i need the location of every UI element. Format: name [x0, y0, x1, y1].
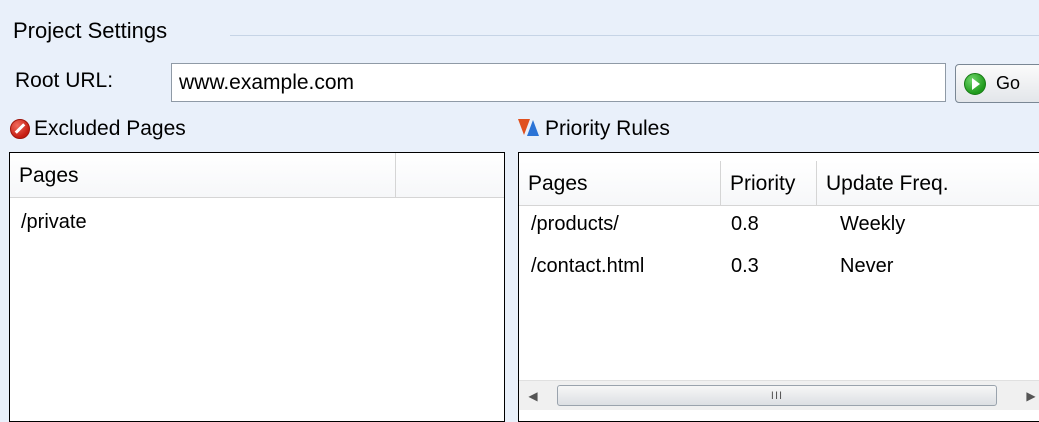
list-item[interactable]: /private	[21, 211, 87, 234]
column-header-priority[interactable]: Priority	[721, 161, 817, 206]
priority-rules-list[interactable]: Pages Priority Update Freq. /products/ 0…	[518, 152, 1039, 422]
root-url-input[interactable]	[171, 63, 946, 102]
table-cell-page[interactable]: /products/	[531, 213, 619, 236]
scrollbar-thumb[interactable]: III	[557, 385, 997, 406]
scrollbar-grip-icon: III	[770, 389, 784, 402]
go-button[interactable]: Go	[955, 64, 1039, 103]
priority-arrows-icon	[518, 117, 540, 141]
table-cell-update-freq[interactable]: Never	[840, 255, 893, 278]
table-cell-page[interactable]: /contact.html	[531, 255, 644, 278]
no-entry-icon	[10, 119, 30, 139]
table-cell-priority[interactable]: 0.8	[731, 213, 759, 236]
table-cell-update-freq[interactable]: Weekly	[840, 213, 905, 236]
priority-rules-title: Priority Rules	[545, 117, 670, 140]
scroll-right-arrow-icon[interactable]: ▶	[1017, 381, 1039, 410]
excluded-pages-header: Excluded Pages	[10, 117, 186, 141]
horizontal-scrollbar[interactable]: ◀ III ▶	[519, 380, 1039, 410]
priority-rules-header: Priority Rules	[518, 117, 670, 141]
go-button-label: Go	[996, 73, 1021, 93]
excluded-pages-title: Excluded Pages	[34, 117, 186, 140]
section-title: Project Settings	[13, 18, 168, 43]
section-divider	[230, 35, 1039, 36]
excluded-pages-list[interactable]: Pages /private	[9, 152, 505, 422]
play-icon	[964, 72, 986, 95]
column-header-filler	[396, 153, 504, 198]
column-header-pages[interactable]: Pages	[10, 153, 396, 198]
scroll-left-arrow-icon[interactable]: ◀	[519, 381, 547, 410]
root-url-label: Root URL:	[15, 69, 114, 92]
column-header-update-freq[interactable]: Update Freq.	[817, 161, 1039, 206]
table-cell-priority[interactable]: 0.3	[731, 255, 759, 278]
column-header-pages[interactable]: Pages	[519, 161, 721, 206]
